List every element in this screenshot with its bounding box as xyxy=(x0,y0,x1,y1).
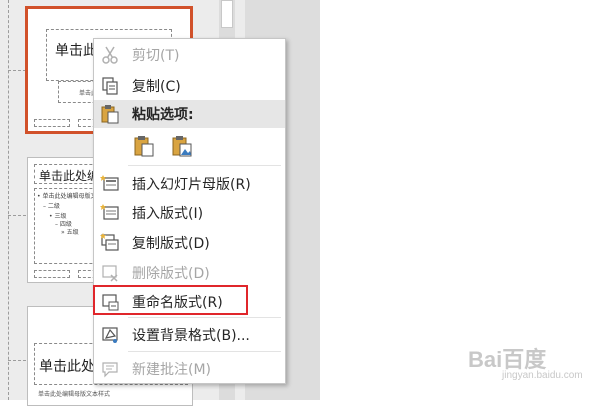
delete-layout-icon xyxy=(102,265,118,282)
menu-item-insert-layout[interactable]: 插入版式(I) xyxy=(94,199,285,227)
annotation-highlight-box xyxy=(93,285,248,315)
thumb-title: 单击此处编 xyxy=(39,169,100,183)
menu-item-delete-layout[interactable]: 删除版式(D) xyxy=(94,259,285,287)
menu-label-paste-options: 粘贴选项: xyxy=(132,107,194,123)
copy-icon xyxy=(102,77,118,95)
bullet-level2: – 二级 xyxy=(43,203,60,210)
menu-separator xyxy=(128,351,281,352)
menu-item-format-background[interactable]: 设置背景格式(B)... xyxy=(94,321,285,349)
paste-icon xyxy=(101,105,119,124)
baidu-watermark: Bai百度 jingyan.baidu.com xyxy=(462,338,594,390)
menu-label-new-comment: 新建批注(M) xyxy=(132,362,212,378)
menu-label-format-background: 设置背景格式(B)... xyxy=(132,328,250,344)
menu-separator xyxy=(128,165,281,166)
menu-item-cut[interactable]: 剪切(T) xyxy=(94,41,285,69)
menu-label-duplicate-layout: 复制版式(D) xyxy=(132,236,210,252)
hierarchy-line xyxy=(8,0,9,400)
scissors-icon xyxy=(102,46,118,64)
hierarchy-connector xyxy=(8,360,26,361)
menu-separator xyxy=(128,317,281,318)
insert-slide-master-icon xyxy=(100,175,119,191)
bullet-level5: » 五级 xyxy=(61,229,79,236)
menu-header-paste-options: 粘贴选项: xyxy=(94,100,285,128)
hierarchy-connector xyxy=(8,215,26,216)
insert-layout-icon xyxy=(100,204,119,220)
paste-keep-source-icon[interactable] xyxy=(132,134,156,158)
format-background-icon xyxy=(102,327,118,343)
context-menu: 剪切(T) 复制(C) 粘贴选项: 插入幻灯片母版(R) 插入版式(I) 复制版… xyxy=(93,38,286,384)
menu-item-copy[interactable]: 复制(C) xyxy=(94,72,285,100)
hierarchy-connector xyxy=(8,70,26,71)
menu-item-insert-slide-master[interactable]: 插入幻灯片母版(R) xyxy=(94,170,285,198)
date-placeholder xyxy=(34,270,70,278)
menu-item-new-comment[interactable]: 新建批注(M) xyxy=(94,355,285,383)
new-comment-icon xyxy=(102,362,118,378)
date-placeholder xyxy=(34,119,70,127)
menu-label-copy: 复制(C) xyxy=(132,79,181,95)
paste-picture-icon[interactable] xyxy=(170,134,194,158)
menu-label-insert-layout: 插入版式(I) xyxy=(132,206,204,222)
menu-item-duplicate-layout[interactable]: 复制版式(D) xyxy=(94,229,285,257)
duplicate-layout-icon xyxy=(100,233,119,251)
menu-label-cut: 剪切(T) xyxy=(132,48,180,64)
thumb-body-text: 单击此处编辑母版文本样式 xyxy=(38,391,111,398)
watermark-url: jingyan.baidu.com xyxy=(502,370,583,381)
menu-label-delete-layout: 删除版式(D) xyxy=(132,266,210,282)
scrollbar-thumb[interactable] xyxy=(221,0,233,28)
menu-label-insert-slide-master: 插入幻灯片母版(R) xyxy=(132,177,251,193)
